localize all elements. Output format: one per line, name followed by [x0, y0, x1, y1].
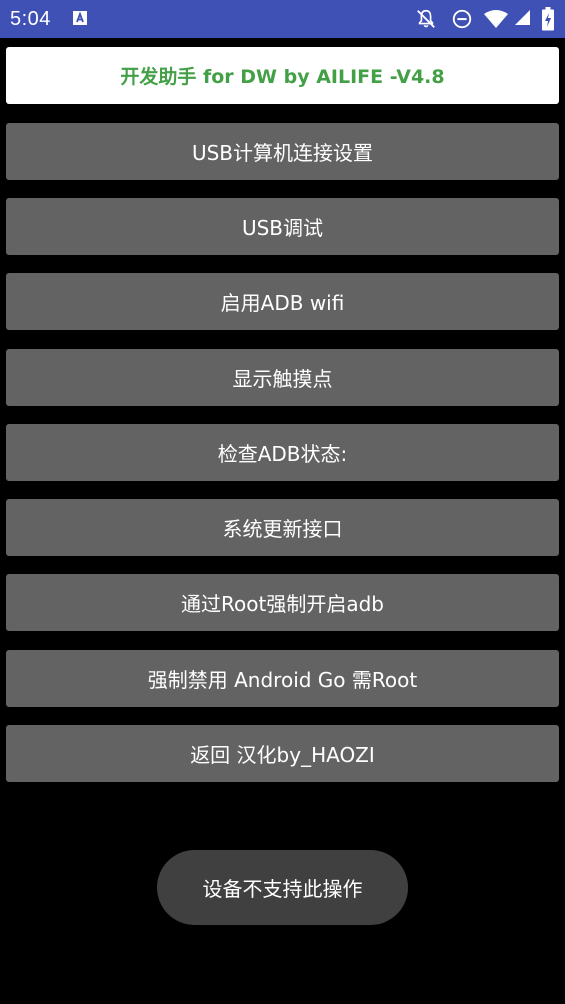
- font-a-icon: [72, 10, 88, 30]
- button-label: 强制禁用 Android Go 需Root: [147, 668, 418, 692]
- status-time: 5:04: [10, 8, 51, 30]
- button-label: 显示触摸点: [232, 367, 333, 391]
- app-title: 开发助手 for DW by AILIFE -V4.8: [6, 47, 559, 104]
- system-update-interface-button[interactable]: 系统更新接口: [6, 499, 559, 556]
- check-adb-status-button[interactable]: 检查ADB状态:: [6, 424, 559, 481]
- wifi-off-icon: [513, 8, 533, 32]
- button-label: USB计算机连接设置: [191, 141, 374, 165]
- button-label: 启用ADB wifi: [220, 291, 345, 315]
- usb-debugging-button[interactable]: USB调试: [6, 198, 559, 255]
- show-touches-button[interactable]: 显示触摸点: [6, 349, 559, 406]
- button-label: USB调试: [241, 216, 324, 240]
- back-button[interactable]: 返回 汉化by_HAOZI: [6, 725, 559, 782]
- battery-charging-icon: [541, 7, 555, 35]
- enable-adb-wifi-button[interactable]: 启用ADB wifi: [6, 273, 559, 330]
- do-not-disturb-icon: [451, 8, 473, 34]
- wifi-icon: [483, 9, 509, 33]
- status-bar: 5:04: [0, 0, 565, 38]
- button-label: 返回 汉化by_HAOZI: [190, 743, 375, 767]
- notifications-off-icon: [415, 8, 437, 34]
- button-label: 系统更新接口: [222, 517, 343, 541]
- app-title-text: 开发助手 for DW by AILIFE -V4.8: [120, 66, 445, 88]
- force-enable-adb-root-button[interactable]: 通过Root强制开启adb: [6, 574, 559, 631]
- button-label: 检查ADB状态:: [217, 442, 348, 466]
- force-disable-android-go-button[interactable]: 强制禁用 Android Go 需Root: [6, 650, 559, 707]
- toast-message: 设备不支持此操作: [157, 850, 408, 925]
- button-label: 通过Root强制开启adb: [181, 592, 384, 616]
- toast-text: 设备不支持此操作: [202, 877, 363, 901]
- usb-computer-connection-settings-button[interactable]: USB计算机连接设置: [6, 123, 559, 180]
